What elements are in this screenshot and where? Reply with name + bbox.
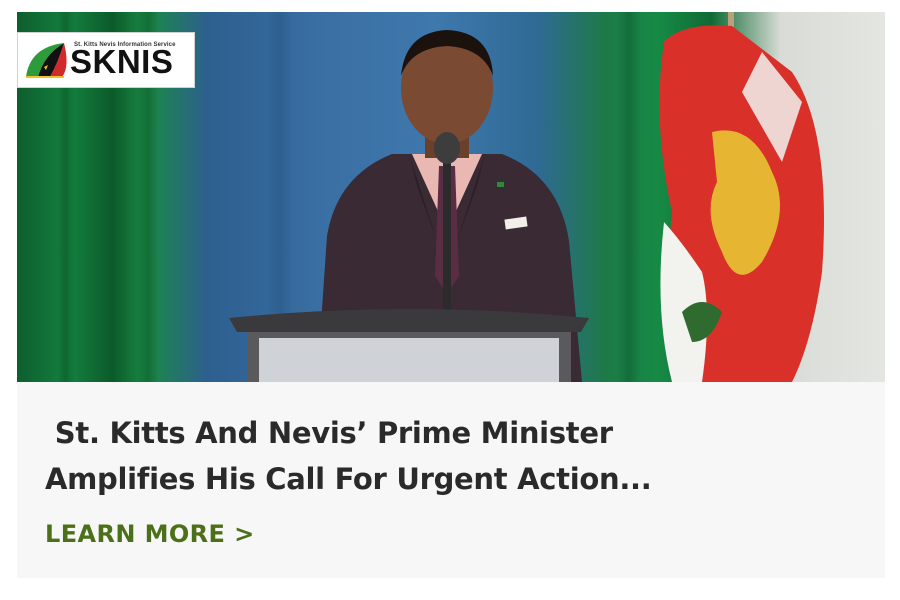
flag bbox=[659, 12, 824, 382]
sknis-logo-mark-icon bbox=[26, 43, 67, 78]
logo-name: SKNIS bbox=[70, 43, 174, 80]
learn-more-link[interactable]: LEARN MORE > bbox=[45, 520, 255, 548]
article-photo[interactable]: St. Kitts Nevis Information Service SKNI… bbox=[17, 12, 885, 382]
podium bbox=[229, 309, 589, 382]
news-card[interactable]: St. Kitts Nevis Information Service SKNI… bbox=[17, 12, 885, 578]
sknis-logo[interactable]: St. Kitts Nevis Information Service SKNI… bbox=[17, 32, 195, 88]
article-headline[interactable]: St. Kitts And Nevis’ Prime Minister Ampl… bbox=[45, 410, 845, 502]
curtain-fold bbox=[617, 12, 641, 382]
